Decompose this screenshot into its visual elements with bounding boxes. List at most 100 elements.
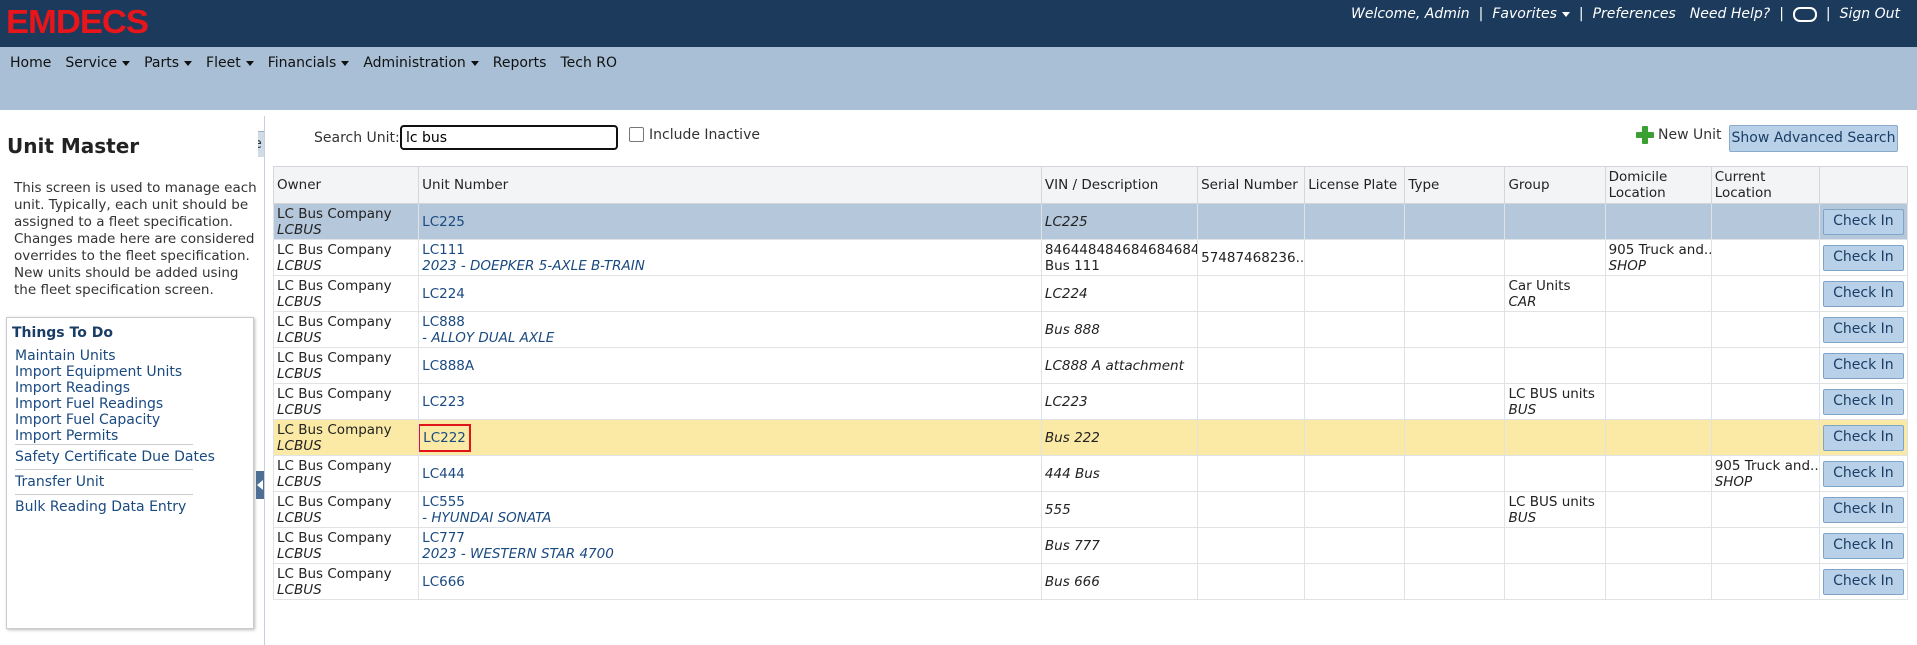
license-plate-cell <box>1304 275 1406 312</box>
table-row[interactable]: LC Bus Company LCBUS LC223 LC223 LC BUS unit… <box>272 383 1909 420</box>
table-row[interactable]: LC Bus Company LCBUS LC444 444 Bus 905 Truck… <box>272 455 1909 492</box>
check-in-button[interactable]: Check In <box>1822 316 1904 343</box>
serial-number-cell <box>1197 455 1306 492</box>
menu-item-administration[interactable]: Administration <box>363 51 479 75</box>
table-row[interactable]: LC Bus Company LCBUS LC224 LC224 Car Units CA… <box>272 275 1909 312</box>
menu-item-fleet[interactable]: Fleet <box>206 51 254 75</box>
search-input[interactable] <box>400 125 618 150</box>
todo-link-import-fuel-capacity[interactable]: Import Fuel Capacity <box>15 412 160 428</box>
domicile-location-cell <box>1604 203 1712 240</box>
column-header[interactable] <box>1818 166 1909 204</box>
todo-link-maintain-units[interactable]: Maintain Units <box>15 348 116 364</box>
show-advanced-search-button[interactable]: Show Advanced Search <box>1729 125 1898 152</box>
column-header[interactable]: Unit Number <box>418 166 1042 204</box>
check-in-button[interactable]: Check In <box>1822 280 1904 307</box>
menu-item-reports[interactable]: Reports <box>493 51 547 75</box>
plus-icon <box>1636 126 1654 144</box>
table-row[interactable]: LC Bus Company LCBUS LC222 Bus 222 Check In <box>272 419 1909 456</box>
unit-number-link[interactable]: LC888 <box>422 314 1038 330</box>
table-row[interactable]: LC Bus Company LCBUS LC666 Bus 666 Check In <box>272 563 1909 600</box>
todo-link-safety-certificate-due-dates[interactable]: Safety Certificate Due Dates <box>15 449 215 465</box>
unit-number-link[interactable]: LC224 <box>422 286 1038 302</box>
serial-number-cell: 57487468236... <box>1197 239 1306 276</box>
unit-number-link[interactable]: LC777 <box>422 530 1038 546</box>
unit-number-link[interactable]: LC225 <box>422 214 1038 230</box>
column-header[interactable]: Owner <box>272 166 420 204</box>
check-in-button[interactable]: Check In <box>1822 244 1904 271</box>
unit-number-link[interactable]: LC111 <box>422 242 1038 258</box>
table-row[interactable]: LC Bus Company LCBUS LC888- ALLOY DUAL AXL… <box>272 311 1909 348</box>
current-location-cell <box>1710 527 1820 564</box>
current-location-cell <box>1710 491 1820 528</box>
group-cell: Car Units CAR <box>1504 275 1606 312</box>
preferences-link[interactable]: Preferences <box>1586 6 1683 22</box>
todo-link-bulk-reading-data-entry[interactable]: Bulk Reading Data Entry <box>15 499 186 515</box>
column-header[interactable]: VIN / Description <box>1040 166 1199 204</box>
column-header[interactable]: Group <box>1504 166 1606 204</box>
new-unit-button[interactable]: New Unit <box>1636 126 1722 144</box>
check-in-button[interactable]: Check In <box>1822 352 1904 379</box>
check-in-button[interactable]: Check In <box>1822 532 1904 559</box>
table-row[interactable]: LC Bus Company LCBUS LC888A LC888 A attachm… <box>272 347 1909 384</box>
check-in-button[interactable]: Check In <box>1822 496 1904 523</box>
unit-number-link[interactable]: LC666 <box>422 574 1038 590</box>
column-header[interactable]: Type <box>1404 166 1506 204</box>
current-location-cell <box>1710 311 1820 348</box>
owner-cell: LC Bus Company LCBUS <box>272 383 420 420</box>
unit-number-link[interactable]: LC888A <box>422 358 1038 374</box>
serial-number-cell <box>1197 203 1306 240</box>
page-title: Unit Master <box>7 134 140 158</box>
column-header[interactable]: Domicile Location <box>1604 166 1712 204</box>
things-to-do-panel: Things To Do Maintain Units Import Equipm… <box>6 317 254 629</box>
serial-number-cell <box>1197 491 1306 528</box>
vin-description-cell: LC888 A attachment <box>1040 347 1199 384</box>
favorites-menu[interactable]: Favorites <box>1485 6 1577 22</box>
type-cell <box>1404 383 1506 420</box>
type-cell <box>1404 239 1506 276</box>
unit-number-link[interactable]: LC223 <box>422 394 1038 410</box>
include-inactive-checkbox[interactable] <box>629 127 644 142</box>
menu-item-home[interactable]: Home <box>10 51 51 75</box>
sign-out-link[interactable]: Sign Out <box>1833 6 1907 22</box>
top-header: EMDECS Welcome, Admin | Favorites | Prefer… <box>0 0 1917 47</box>
group-cell: LC BUS units BUS <box>1504 383 1606 420</box>
type-cell <box>1404 455 1506 492</box>
column-header[interactable]: Serial Number <box>1197 166 1306 204</box>
column-header[interactable]: License Plate <box>1304 166 1406 204</box>
menu-item-financials[interactable]: Financials <box>268 51 350 75</box>
todo-link-import-equipment-units[interactable]: Import Equipment Units <box>15 364 182 380</box>
table-row[interactable]: LC Bus Company LCBUS LC111 2023 - DOEPKER 5… <box>272 239 1909 276</box>
table-row[interactable]: LC Bus Company LCBUS LC225 LC225 Check In <box>272 203 1909 240</box>
license-plate-cell <box>1304 527 1406 564</box>
unit-number-cell: LC222 <box>418 419 1042 456</box>
emdecs-logo[interactable]: EMDECS <box>6 3 149 41</box>
menu-item-tech-ro[interactable]: Tech RO <box>560 51 617 75</box>
check-in-button[interactable]: Check In <box>1822 460 1904 487</box>
todo-link-import-readings[interactable]: Import Readings <box>15 380 130 396</box>
chat-icon[interactable] <box>1786 6 1824 22</box>
current-location-cell: 905 Truck and... SHOP <box>1710 455 1820 492</box>
owner-cell: LC Bus Company LCBUS <box>272 563 420 600</box>
check-in-button[interactable]: Check In <box>1822 424 1904 451</box>
check-in-button[interactable]: Check In <box>1822 208 1904 235</box>
column-header[interactable]: Current Location <box>1710 166 1820 204</box>
help-link[interactable]: Need Help? <box>1683 6 1777 22</box>
menu-item-parts[interactable]: Parts <box>144 51 193 75</box>
current-location-cell <box>1710 203 1820 240</box>
owner-cell: LC Bus Company LCBUS <box>272 347 420 384</box>
unit-number-link[interactable]: LC222 <box>419 423 471 452</box>
menu-item-service[interactable]: Service <box>65 51 131 75</box>
unit-number-link[interactable]: LC444 <box>422 466 1038 482</box>
todo-link-import-fuel-readings[interactable]: Import Fuel Readings <box>15 396 163 412</box>
type-cell <box>1404 311 1506 348</box>
table-row[interactable]: LC Bus Company LCBUS LC555- HYUNDAI SONATA… <box>272 491 1909 528</box>
vin-description-cell: 555 <box>1040 491 1199 528</box>
license-plate-cell <box>1304 203 1406 240</box>
check-in-button[interactable]: Check In <box>1822 388 1904 415</box>
todo-link-import-permits[interactable]: Import Permits <box>15 428 118 444</box>
table-row[interactable]: LC Bus Company LCBUS LC777 2023 - WESTERN S… <box>272 527 1909 564</box>
todo-link-transfer-unit[interactable]: Transfer Unit <box>15 474 104 490</box>
check-in-button[interactable]: Check In <box>1822 568 1904 595</box>
unit-number-link[interactable]: LC555 <box>422 494 1038 510</box>
group-cell <box>1504 419 1606 456</box>
